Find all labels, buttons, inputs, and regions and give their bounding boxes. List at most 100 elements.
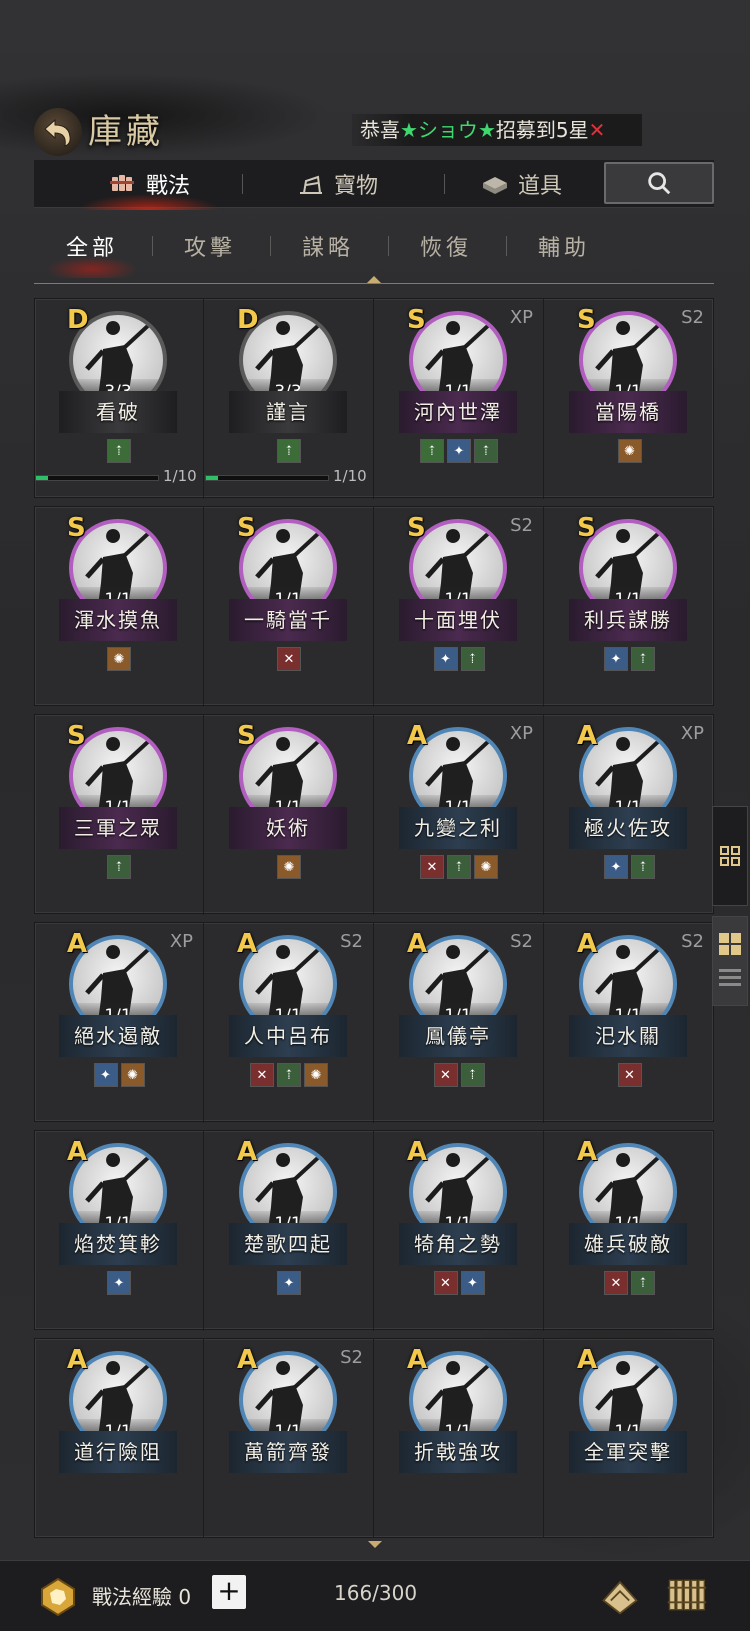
close-announcement-button[interactable]: ✕ [589,118,606,142]
grade-badge: S [67,513,86,543]
subtab-attack[interactable]: 攻擊 [184,230,236,262]
large-grid-view-button[interactable] [712,916,748,1006]
grade-badge: A [237,929,258,959]
tactic-exp-label: 戰法經驗 0 [92,1585,192,1609]
season-tag: XP [169,931,193,952]
tactic-name: 極火佐攻 [569,807,687,849]
tactic-card[interactable]: 3/3D謹言⇡1/10 [205,299,374,499]
subtab-all[interactable]: 全部 [45,230,139,278]
back-arrow-icon [44,118,71,147]
tactic-card[interactable]: 1/1SXP河內世澤⇡✦⇡ [375,299,544,499]
footer-bar: 戰法經驗 0 + 166/300 [0,1560,750,1631]
tactic-card[interactable]: 1/1SS2十面埋伏✦⇡ [375,507,544,707]
tab-divider [270,236,271,256]
tab-divider [152,236,153,256]
red-type-icon: ✕ [250,1063,274,1087]
tactic-name: 河內世澤 [399,391,517,433]
tab-label: 戰法 [146,174,191,199]
orange-type-icon: ✺ [107,647,131,671]
tactic-name: 謹言 [229,391,347,433]
bamboo-scroll-icon [667,1579,707,1611]
subtab-strategy[interactable]: 謀略 [302,230,354,262]
tactic-card[interactable]: 1/1S三軍之眾⇡ [35,715,204,915]
tactic-type-badges: ⇡ ✦ ⇡ [375,439,543,463]
grade-badge: A [67,1137,88,1167]
tactic-name: 看破 [59,391,177,433]
tactics-row: 3/3D看破⇡1/103/3D謹言⇡1/101/1SXP河內世澤⇡✦⇡1/1SS… [34,298,714,499]
tactic-type-badges: ✦ ⇡ [375,647,543,671]
header: 庫藏 恭喜★ショウ★招募到5星✕ [0,100,750,160]
tactic-card[interactable]: 1/1A犄角之勢✕✦ [375,1131,544,1331]
bamboo-scroll-button[interactable] [662,1571,710,1619]
tactic-card[interactable]: 1/1S渾水摸魚✺ [35,507,204,707]
tab-tactics[interactable]: 戰法 [77,160,221,210]
grade-badge: D [237,305,259,335]
dgreen-type-icon: ⇡ [460,1063,485,1087]
tactic-card[interactable]: 1/1AS2人中呂布✕⇡✺ [205,923,374,1123]
tactic-card[interactable]: 3/3D看破⇡1/10 [35,299,204,499]
red-type-icon: ✕ [420,855,444,879]
tactic-card[interactable]: 1/1S一騎當千✕ [205,507,374,707]
tactic-card[interactable]: 1/1AS2汜水關✕ [545,923,714,1123]
tactic-name: 人中呂布 [229,1015,347,1057]
exp-progress-fill [36,476,49,480]
season-tag: XP [680,723,704,744]
grade-badge: A [407,721,428,751]
add-exp-button[interactable]: + [212,1575,246,1609]
tactic-card[interactable]: 1/1AS2鳳儀亭✕⇡ [375,923,544,1123]
tactic-type-badges: ✕ ⇡ ✺ [375,855,543,879]
season-tag: S2 [510,515,533,536]
tactics-row: 1/1AXP絕水遏敵✦✺1/1AS2人中呂布✕⇡✺1/1AS2鳳儀亭✕⇡1/1A… [34,922,714,1123]
exp-progress-bar [35,475,159,481]
search-icon [648,172,671,195]
season-tag: XP [509,723,533,744]
tactic-card[interactable]: 1/1A雄兵破敵✕⇡ [545,1131,714,1331]
orange-type-icon: ✺ [120,1063,145,1087]
tactic-name: 犄角之勢 [399,1223,517,1265]
exp-progress-bar [205,475,329,481]
grade-badge: A [577,721,598,751]
tactic-card[interactable]: 1/1AXP九變之利✕⇡✺ [375,715,544,915]
dgreen-type-icon: ⇡ [631,647,655,671]
tactic-card[interactable]: 1/1S利兵謀勝✦⇡ [545,507,714,707]
tactic-name: 十面埋伏 [399,599,517,641]
tactics-row: 1/1S渾水摸魚✺1/1S一騎當千✕1/1SS2十面埋伏✦⇡1/1S利兵謀勝✦⇡ [34,506,714,707]
tactic-type-badges: ✕ ⇡ [545,1271,714,1295]
announcement-prefix: 恭喜 [360,118,400,142]
scroll-book-button[interactable] [596,1571,644,1619]
search-button[interactable] [604,162,714,204]
tactic-card[interactable]: 1/1AXP絕水遏敵✦✺ [35,923,204,1123]
tactic-card[interactable]: 1/1S妖術✺ [205,715,374,915]
sub-tab-bar: 全部 攻擊 謀略 恢復 輔助 [34,226,714,286]
grade-badge: A [67,1345,88,1375]
tab-treasure[interactable]: 寶物 [296,160,378,208]
subtab-recovery[interactable]: 恢復 [420,230,472,262]
season-tag: S2 [340,1347,363,1368]
blue-type-icon: ✦ [604,647,628,671]
tactic-card[interactable]: 1/1AXP極火佐攻✦⇡ [545,715,714,915]
tactic-name: 汜水關 [569,1015,687,1057]
back-button[interactable] [34,108,82,156]
grid-view-button[interactable] [712,806,748,906]
item-icon [483,177,507,194]
green-type-icon: ⇡ [420,439,444,463]
tactic-card[interactable]: 1/1AS2萬箭齊發 [205,1339,374,1538]
tactic-card[interactable]: 1/1A焰焚箕軫✦ [35,1131,204,1331]
tactic-name: 三軍之眾 [59,807,177,849]
tactic-type-badges: ✕ ✦ [375,1271,543,1295]
tactic-type-badges: ✦ ⇡ [545,855,714,879]
blue-type-icon: ✦ [93,1063,118,1087]
tab-items[interactable]: 道具 [480,160,562,208]
tactic-card[interactable]: 1/1SS2當陽橋✺ [545,299,714,499]
tactic-card[interactable]: 1/1A全軍突擊 [545,1339,714,1538]
tactic-card[interactable]: 1/1A道行險阻 [35,1339,204,1538]
season-tag: S2 [681,307,704,328]
subtab-support[interactable]: 輔助 [538,230,590,262]
grade-badge: S [67,721,86,751]
tactic-card[interactable]: 1/1A楚歌四起✦ [205,1131,374,1331]
announcement-name: ショウ [417,118,478,142]
star-icon: ★ [400,118,418,142]
tactic-card[interactable]: 1/1A折戟強攻 [375,1339,544,1538]
divider-line [34,283,714,284]
red-type-icon: ✕ [433,1063,458,1087]
